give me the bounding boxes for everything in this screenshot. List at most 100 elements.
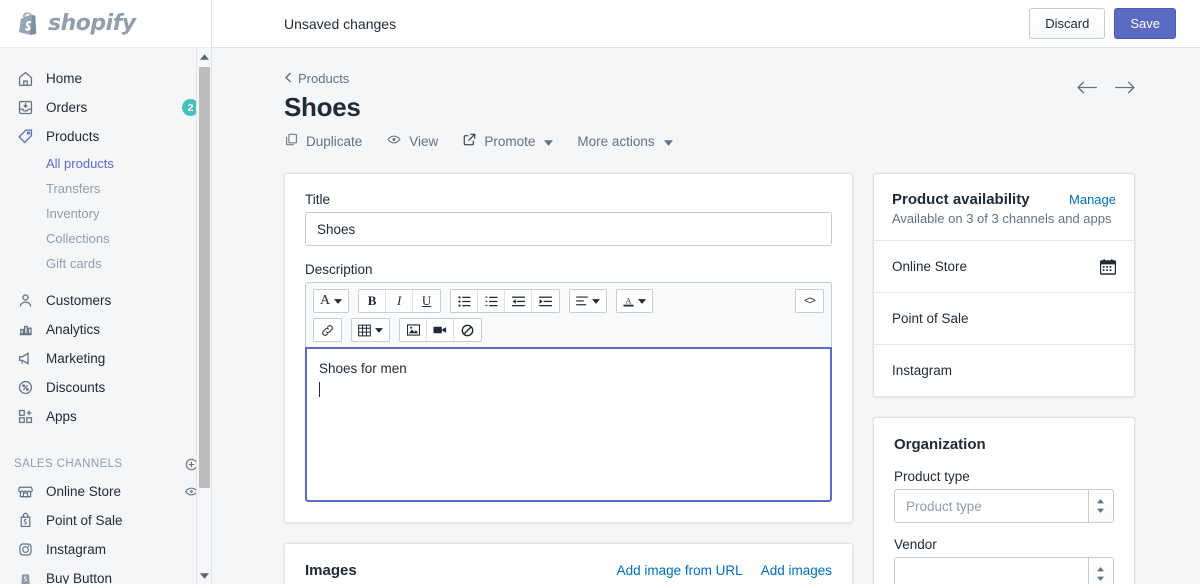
add-images-link[interactable]: Add images (761, 563, 832, 578)
sidebar-subitem-all-products[interactable]: All products (0, 151, 211, 176)
vendor-label: Vendor (894, 537, 937, 552)
availability-subtitle: Available on 3 of 3 channels and apps (892, 211, 1112, 226)
arrow-right-icon[interactable] (1114, 80, 1135, 95)
customer-person-icon (14, 291, 36, 311)
sidebar-item-home[interactable]: Home (0, 64, 211, 93)
sidebar-item-analytics[interactable]: Analytics (0, 315, 211, 344)
svg-text:A: A (626, 296, 632, 305)
description-editor: A B I U A <> Shoes for men (305, 282, 832, 502)
discounts-percent-icon (14, 378, 36, 398)
sidebar-item-label: Discounts (46, 380, 106, 395)
outdent-icon[interactable] (505, 290, 533, 312)
availability-row-label: Online Store (892, 259, 968, 274)
unsaved-changes-bar: Unsaved changes Discard Save (212, 0, 1200, 48)
sidebar-item-label: Orders (46, 100, 88, 115)
text-color-icon[interactable]: A (617, 290, 653, 312)
add-image-from-url-link[interactable]: Add image from URL (617, 563, 743, 578)
page-content: Products Shoes Duplicate View Promote Mo… (212, 48, 1200, 584)
sidebar-item-discounts[interactable]: Discounts (0, 373, 211, 402)
text-format-group: B I U (358, 289, 442, 313)
title-input[interactable] (305, 212, 832, 246)
action-label: View (409, 133, 439, 149)
sidebar-item-label: Point of Sale (46, 513, 123, 528)
availability-row-point-of-sale[interactable]: Point of Sale (874, 292, 1134, 344)
table-icon[interactable] (352, 319, 389, 341)
sidebar-subitem-gift-cards[interactable]: Gift cards (0, 251, 211, 276)
underline-icon[interactable]: U (413, 290, 441, 312)
sidebar-item-label: Apps (46, 409, 77, 424)
link-icon[interactable] (314, 319, 341, 341)
sidebar-scrollbar[interactable] (196, 48, 211, 584)
promote-action[interactable]: Promote (462, 132, 554, 150)
sidebar-subitem-inventory[interactable]: Inventory (0, 201, 211, 226)
scroll-down-arrow-icon[interactable] (197, 567, 211, 584)
sidebar-subitem-label: Transfers (46, 181, 101, 196)
chevron-down-icon (544, 134, 554, 149)
text-cursor (319, 380, 818, 401)
eye-icon (386, 132, 402, 150)
sidebar-item-label: Online Store (46, 484, 122, 499)
sidebar-subitem-collections[interactable]: Collections (0, 226, 211, 251)
sidebar-item-label: Analytics (46, 322, 101, 337)
calendar-icon[interactable] (1100, 258, 1116, 275)
sidebar-item-online-store[interactable]: Online Store (0, 477, 211, 506)
breadcrumb[interactable]: Products (284, 71, 349, 86)
sidebar-item-label: Home (46, 71, 83, 86)
sidebar-item-apps[interactable]: Apps (0, 402, 211, 431)
insert-video-icon[interactable] (427, 319, 454, 341)
sidebar-item-point-of-sale[interactable]: Point of Sale (0, 506, 211, 535)
main-sidebar: shopify Home Orders 2 Products All produ… (0, 0, 212, 584)
availability-row-instagram[interactable]: Instagram (874, 344, 1134, 396)
stepper-updown-icon[interactable] (1087, 489, 1114, 523)
arrow-left-icon[interactable] (1077, 80, 1098, 95)
chevron-left-icon (284, 71, 293, 86)
sidebar-item-buy-button[interactable]: Buy Button (0, 564, 211, 584)
italic-icon[interactable]: I (386, 290, 414, 312)
discard-button[interactable]: Discard (1029, 7, 1106, 40)
apps-grid-plus-icon (14, 407, 36, 427)
title-field-label: Title (305, 192, 331, 207)
stepper-updown-icon[interactable] (1087, 557, 1114, 584)
brand-name: shopify (48, 11, 136, 36)
scroll-up-arrow-icon[interactable] (197, 48, 211, 65)
more-actions-action[interactable]: More actions (577, 134, 673, 149)
indent-icon[interactable] (532, 290, 560, 312)
align-icon[interactable] (570, 290, 607, 312)
bold-icon[interactable]: B (359, 290, 387, 312)
manage-availability-link[interactable]: Manage (1069, 192, 1116, 207)
products-tag-icon (14, 127, 36, 147)
clear-formatting-icon[interactable] (454, 319, 481, 341)
sidebar-item-marketing[interactable]: Marketing (0, 344, 211, 373)
code-view-icon[interactable]: <> (796, 290, 823, 312)
product-type-input[interactable] (894, 489, 1088, 523)
code-view-group: <> (795, 289, 824, 313)
sales-channels-section-header: SALES CHANNELS (0, 451, 211, 477)
orders-inbox-icon (14, 98, 36, 118)
bulleted-list-icon[interactable] (451, 290, 479, 312)
view-action[interactable]: View (386, 132, 438, 150)
availability-row-online-store[interactable]: Online Store (874, 240, 1134, 292)
buy-button-bag-icon (14, 569, 36, 584)
sidebar-subitem-transfers[interactable]: Transfers (0, 176, 211, 201)
link-group (313, 318, 342, 342)
brand-logo[interactable]: shopify (0, 0, 211, 48)
sidebar-item-label: Products (46, 129, 100, 144)
insert-image-icon[interactable] (400, 319, 427, 341)
save-button[interactable]: Save (1114, 7, 1176, 40)
sidebar-subitem-label: All products (46, 156, 114, 171)
sidebar-item-customers[interactable]: Customers (0, 286, 211, 315)
font-style-icon[interactable]: A (314, 290, 349, 312)
sidebar-item-instagram[interactable]: Instagram (0, 535, 211, 564)
sidebar-item-products[interactable]: Products (0, 122, 211, 151)
unsaved-status-text: Unsaved changes (284, 15, 397, 32)
description-textarea[interactable]: Shoes for men (305, 347, 832, 502)
sidebar-item-orders[interactable]: Orders 2 (0, 93, 211, 122)
product-availability-card: Product availability Manage Available on… (873, 173, 1135, 397)
text-color-group: A (616, 289, 654, 313)
description-field-label: Description (305, 262, 373, 277)
vendor-input[interactable] (894, 557, 1088, 584)
duplicate-action[interactable]: Duplicate (284, 132, 362, 150)
page-nav-arrows (1077, 80, 1135, 95)
numbered-list-icon[interactable] (478, 290, 506, 312)
scrollbar-thumb[interactable] (199, 67, 210, 488)
